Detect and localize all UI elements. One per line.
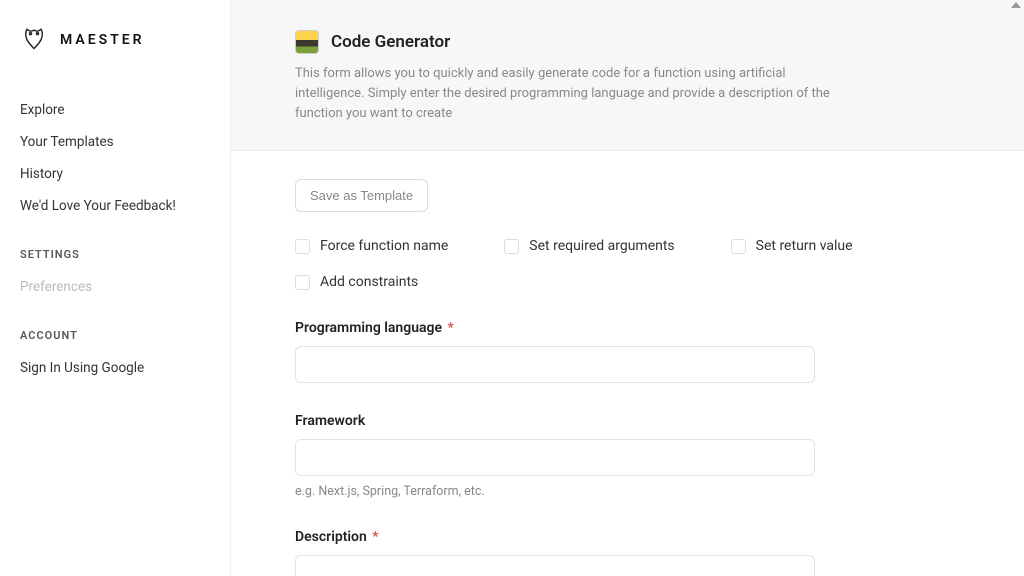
description-input[interactable] <box>295 555 815 576</box>
checkbox-set-return-value[interactable]: Set return value <box>731 238 853 254</box>
sidebar-item-history[interactable]: History <box>20 158 210 190</box>
label-text: Programming language <box>295 320 442 336</box>
framework-input[interactable] <box>295 439 815 476</box>
field-label: Description * <box>295 529 815 545</box>
checkbox-set-required-arguments[interactable]: Set required arguments <box>504 238 674 254</box>
page-title: Code Generator <box>331 32 450 52</box>
sidebar-item-explore[interactable]: Explore <box>20 94 210 126</box>
field-label: Framework <box>295 413 815 429</box>
field-programming-language: Programming language * <box>295 320 815 383</box>
field-description: Description * e.g. 'This function does X… <box>295 529 815 576</box>
scroll-up-icon[interactable] <box>1011 2 1021 8</box>
checkbox-label: Set return value <box>756 238 853 254</box>
field-label: Programming language * <box>295 320 815 336</box>
programming-language-input[interactable] <box>295 346 815 383</box>
page-header: Code Generator This form allows you to q… <box>231 0 1024 151</box>
options-row-2: Add constraints <box>295 274 960 290</box>
field-hint: e.g. Next.js, Spring, Terraform, etc. <box>295 484 815 499</box>
checkbox-icon <box>731 239 746 254</box>
checkbox-icon <box>295 239 310 254</box>
save-as-template-button[interactable]: Save as Template <box>295 179 428 212</box>
required-marker: * <box>369 529 379 545</box>
page-subtitle: This form allows you to quickly and easi… <box>295 64 855 124</box>
sidebar-item-sign-in-google[interactable]: Sign In Using Google <box>20 352 210 384</box>
sidebar-item-your-templates[interactable]: Your Templates <box>20 126 210 158</box>
nav-settings: SETTINGS Preferences <box>20 248 210 303</box>
nav-account: ACCOUNT Sign In Using Google <box>20 329 210 384</box>
label-text: Description <box>295 529 367 545</box>
code-generator-icon <box>295 30 319 54</box>
checkbox-icon <box>295 275 310 290</box>
checkbox-label: Force function name <box>320 238 448 254</box>
checkbox-label: Set required arguments <box>529 238 674 254</box>
account-heading: ACCOUNT <box>20 329 210 342</box>
checkbox-add-constraints[interactable]: Add constraints <box>295 274 418 290</box>
brand-logo-icon <box>20 24 48 56</box>
brand-name: MAESTER <box>60 32 145 48</box>
brand[interactable]: MAESTER <box>20 24 210 56</box>
sidebar-item-feedback[interactable]: We'd Love Your Feedback! <box>20 190 210 222</box>
required-marker: * <box>444 320 454 336</box>
checkbox-label: Add constraints <box>320 274 418 290</box>
main-content: Code Generator This form allows you to q… <box>230 0 1024 576</box>
sidebar-item-preferences[interactable]: Preferences <box>20 271 210 303</box>
nav-main: Explore Your Templates History We'd Love… <box>20 94 210 222</box>
options-row-1: Force function name Set required argumen… <box>295 238 960 254</box>
settings-heading: SETTINGS <box>20 248 210 261</box>
checkbox-force-function-name[interactable]: Force function name <box>295 238 448 254</box>
checkbox-icon <box>504 239 519 254</box>
sidebar: MAESTER Explore Your Templates History W… <box>0 0 230 576</box>
form: Save as Template Force function name Set… <box>231 151 1024 576</box>
field-framework: Framework e.g. Next.js, Spring, Terrafor… <box>295 413 815 499</box>
